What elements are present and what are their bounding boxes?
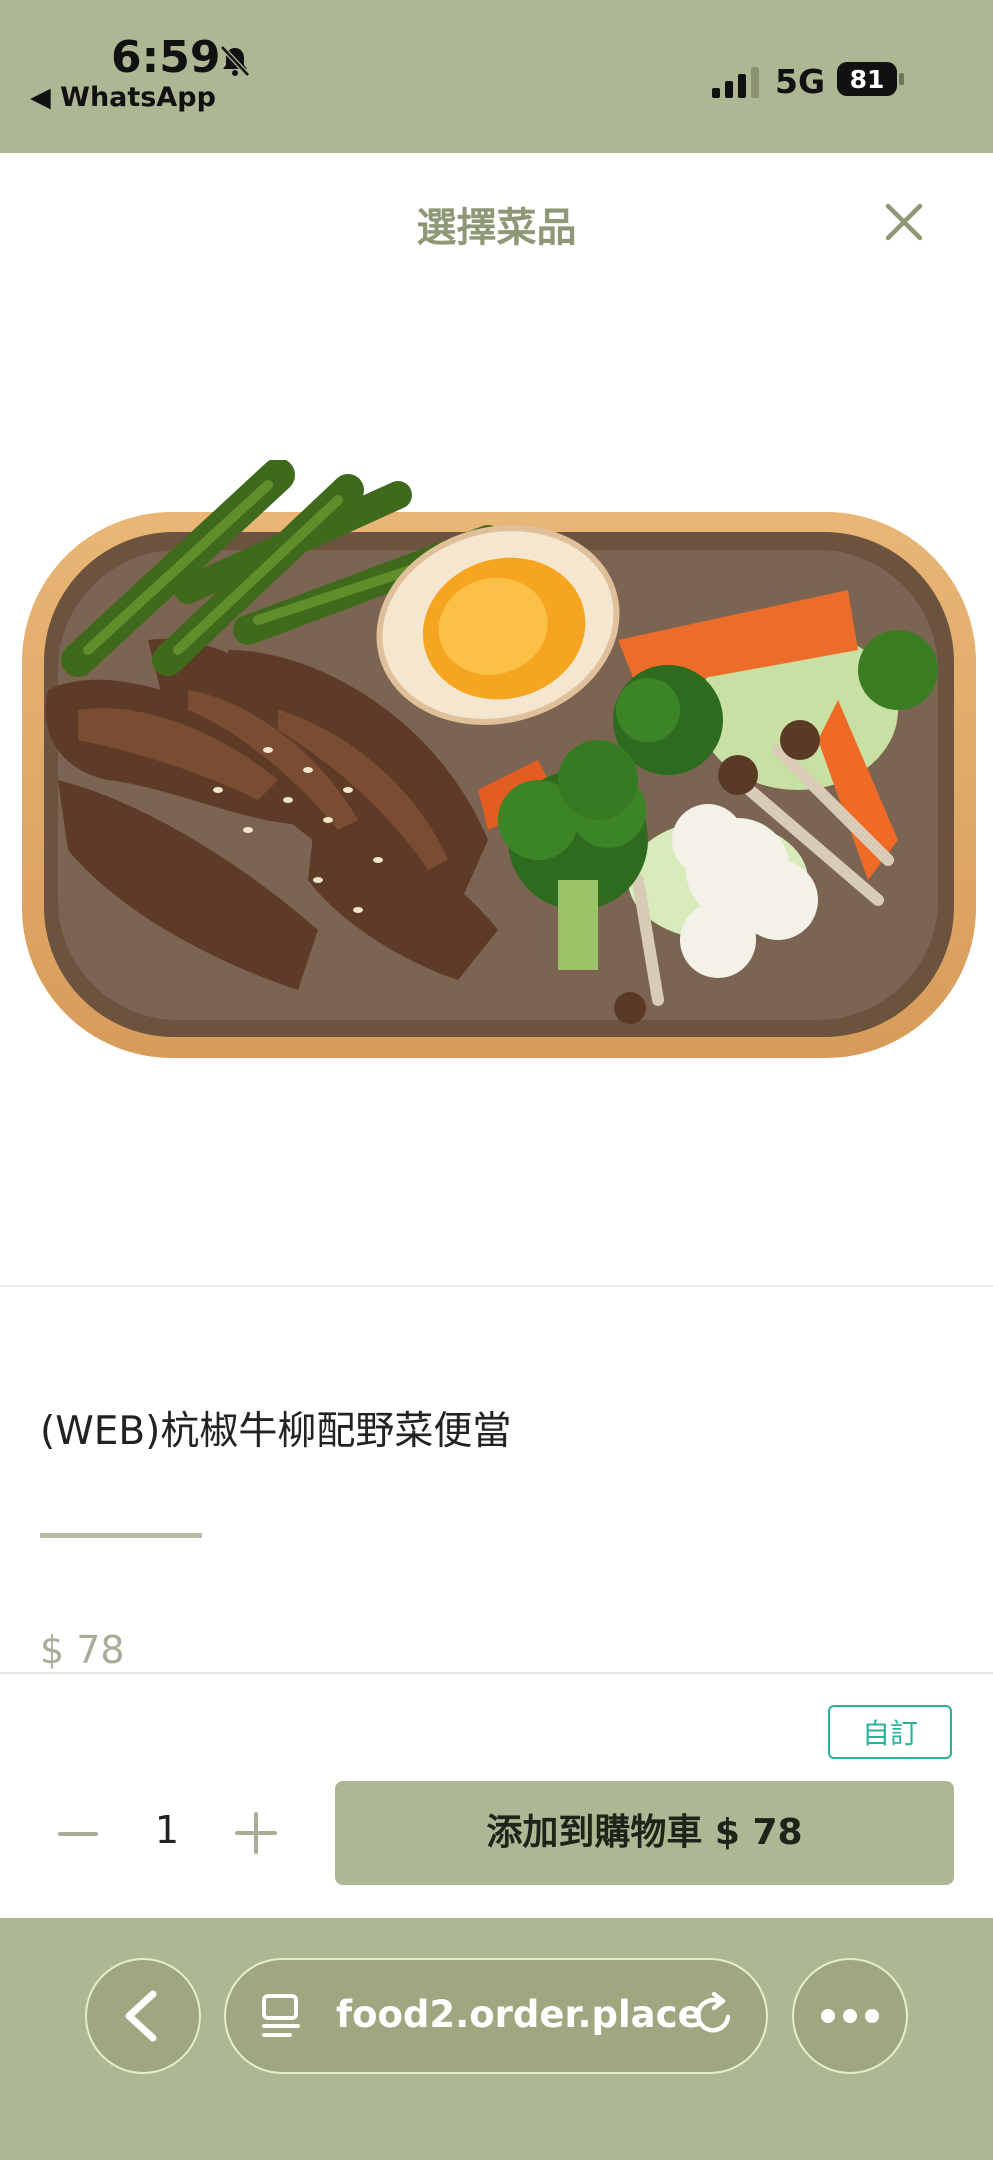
product-name: (WEB)杭椒牛柳配野菜便當: [40, 1409, 512, 1454]
browser-back-button[interactable]: [85, 1958, 201, 2074]
more-dots-icon: [821, 2009, 879, 2023]
chevron-left-icon: [125, 1990, 157, 2042]
back-to-whatsapp-link[interactable]: ◀ WhatsApp: [30, 82, 216, 113]
product-price: $ 78: [40, 1628, 125, 1672]
status-time: 6:59: [111, 32, 221, 83]
add-to-cart-button[interactable]: 添加到購物車 $ 78: [335, 1781, 954, 1885]
product-image: [22, 460, 976, 1058]
network-type: 5G: [775, 62, 826, 101]
page-menu-icon[interactable]: [258, 1990, 304, 2040]
close-icon[interactable]: [880, 198, 928, 246]
battery-icon: 81: [837, 62, 904, 96]
order-panel-border: [0, 1672, 993, 1674]
browser-more-button[interactable]: [792, 1958, 908, 2074]
url-text[interactable]: food2.order.place: [336, 1993, 703, 2036]
quantity-value[interactable]: 1: [150, 1808, 184, 1852]
name-underline: [40, 1533, 202, 1538]
increase-quantity-icon[interactable]: [233, 1810, 279, 1856]
customize-button[interactable]: 自訂: [828, 1705, 952, 1759]
page-title: 選擇菜品: [416, 205, 577, 251]
reload-icon[interactable]: [692, 1991, 736, 2037]
decrease-quantity-icon[interactable]: [56, 1812, 100, 1856]
bell-muted-icon: [220, 45, 250, 77]
signal-icon: [712, 67, 759, 98]
battery-level: 81: [850, 65, 885, 94]
divider: [0, 1285, 993, 1287]
